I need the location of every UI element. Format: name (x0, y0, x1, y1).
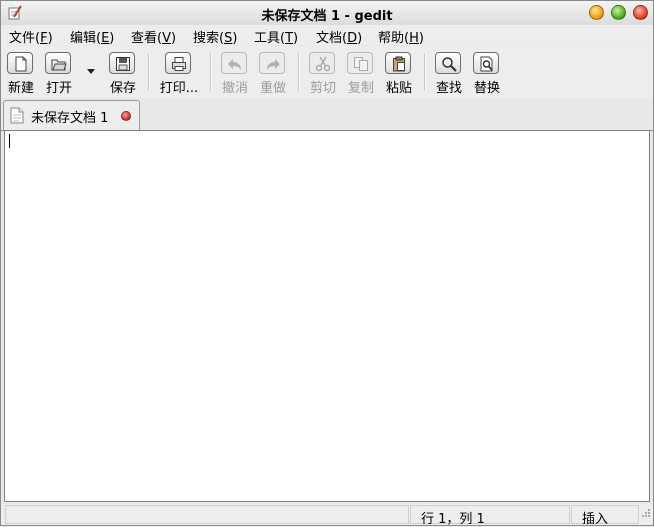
find-button[interactable]: 查找 (431, 52, 467, 96)
replace-button[interactable]: 替换 (469, 52, 505, 96)
redo-label: 重做 (259, 81, 286, 96)
replace-label: 替换 (473, 81, 500, 96)
cursor-position-cell: 行 1，列 1 (410, 505, 570, 527)
tab-untitled-document[interactable]: 未保存文档 1 (3, 100, 140, 130)
document-tabs: 未保存文档 1 (1, 98, 653, 131)
redo-button[interactable]: 重做 (255, 52, 291, 96)
redo-arrow-icon (267, 59, 280, 70)
print-label: 打印... (159, 81, 199, 96)
scissors-icon (315, 56, 331, 72)
title-bar[interactable]: 未保存文档 1 - gedit (1, 1, 653, 26)
cut-button[interactable]: 剪切 (305, 52, 341, 96)
menu-search[interactable]: 搜索(S) (193, 27, 237, 46)
menu-file[interactable]: 文件(F) (9, 27, 53, 46)
menu-help[interactable]: 帮助(H) (378, 27, 424, 46)
menu-documents[interactable]: 文档(D) (316, 27, 362, 46)
menu-edit[interactable]: 编辑(E) (70, 27, 114, 46)
text-cursor (9, 134, 10, 148)
open-label: 打开 (45, 81, 72, 96)
open-recent-dropdown-icon[interactable] (87, 69, 95, 74)
close-window-button[interactable] (633, 5, 648, 20)
menu-tools[interactable]: 工具(T) (254, 27, 298, 46)
paste-label: 粘贴 (385, 81, 412, 96)
new-document-icon (15, 56, 27, 72)
cursor-position: 行 1，列 1 (421, 512, 485, 527)
gedit-window: 未保存文档 1 - gedit 文件(F) 编辑(E) 查看(V) 搜索(S) … (0, 0, 654, 527)
open-button[interactable]: 打开 (41, 52, 77, 96)
text-editor[interactable] (4, 130, 650, 502)
save-button[interactable]: 保存 (105, 52, 141, 96)
find-replace-icon (480, 56, 493, 72)
insert-mode-cell: 插入 (571, 505, 639, 527)
printer-icon (172, 57, 186, 71)
paste-button[interactable]: 粘贴 (381, 52, 417, 96)
print-button[interactable]: 打印... (160, 52, 198, 96)
toolbar: 新建 打开 保存 打印... 撤消 重做 剪切 复制 粘贴 查找 替换 (1, 46, 653, 99)
open-folder-icon (51, 59, 67, 71)
document-icon (10, 107, 24, 124)
copy-button[interactable]: 复制 (343, 52, 379, 96)
menu-bar: 文件(F) 编辑(E) 查看(V) 搜索(S) 工具(T) 文档(D) 帮助(H… (1, 25, 653, 46)
new-button[interactable]: 新建 (3, 52, 39, 96)
window-title: 未保存文档 1 - gedit (261, 9, 393, 24)
clipboard-icon (393, 56, 405, 72)
insert-mode: 插入 (582, 512, 609, 527)
resize-grip-icon[interactable] (637, 506, 651, 520)
magnifier-icon (442, 57, 457, 72)
status-bar: 行 1，列 1 插入 (1, 504, 653, 527)
minimize-button[interactable] (589, 5, 604, 20)
tab-close-icon[interactable] (121, 111, 131, 121)
floppy-disk-icon (116, 57, 130, 71)
tab-label: 未保存文档 1 (31, 111, 109, 126)
maximize-button[interactable] (611, 5, 626, 20)
undo-arrow-icon (228, 59, 241, 70)
menu-view[interactable]: 查看(V) (131, 27, 176, 46)
save-label: 保存 (109, 81, 136, 96)
copy-icon (354, 57, 368, 71)
undo-button[interactable]: 撤消 (217, 52, 253, 96)
toolbar-separator (148, 54, 150, 90)
status-message-area (5, 505, 409, 524)
